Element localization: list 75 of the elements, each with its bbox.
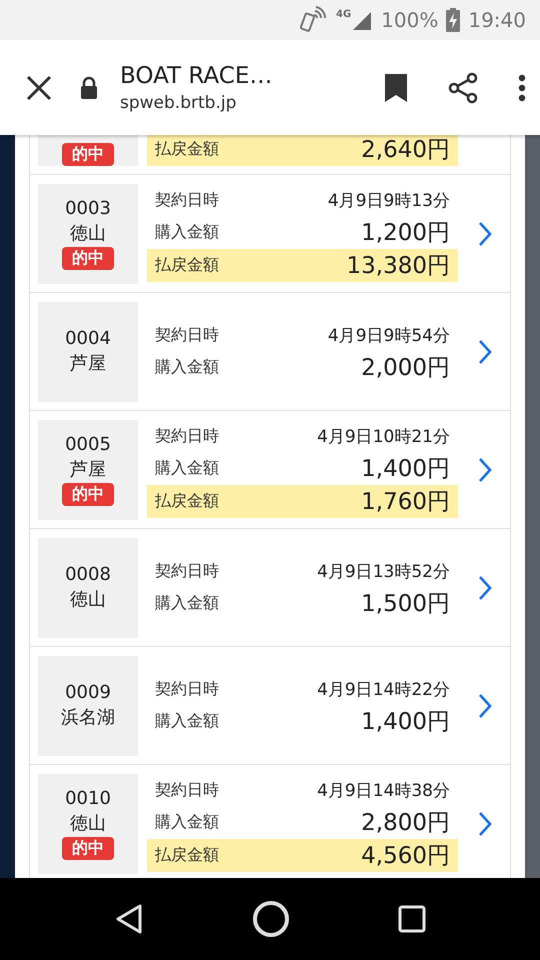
ticket-number: 0004 bbox=[65, 328, 111, 349]
venue-name: 浜名湖 bbox=[61, 706, 115, 729]
field-label: 購入金額 bbox=[155, 593, 219, 614]
hit-badge: 的中 bbox=[62, 836, 114, 860]
ticket-card[interactable]: 0005 芦屋 的中 契約日時 4月9日10時21分 購入金額 1,400円 払戻金額 1,760円 bbox=[29, 411, 511, 529]
chevron-right-icon[interactable] bbox=[478, 456, 492, 482]
venue-name: 徳山 bbox=[70, 222, 106, 244]
ticket-number: 0005 bbox=[65, 434, 111, 454]
purchase-amount: 1,200円 bbox=[361, 218, 450, 248]
chevron-right-icon[interactable] bbox=[478, 692, 492, 718]
recents-icon[interactable] bbox=[398, 905, 426, 933]
field-label: 払戻金額 bbox=[155, 255, 219, 276]
venue-name: 徳山 bbox=[70, 588, 106, 611]
ticket-number: 0008 bbox=[65, 564, 111, 585]
ticket-card[interactable]: 0004 芦屋 契約日時 4月9日9時54分 購入金額 2,000円 bbox=[29, 293, 511, 411]
nfc-phone-icon bbox=[300, 6, 328, 34]
chevron-right-icon[interactable] bbox=[478, 220, 492, 246]
network-type: 4G bbox=[336, 9, 352, 20]
field-label: 購入金額 bbox=[155, 222, 219, 242]
contract-datetime: 4月9日14時38分 bbox=[317, 780, 450, 802]
field-label: 契約日時 bbox=[155, 780, 219, 800]
purchase-amount: 1,500円 bbox=[361, 590, 450, 619]
venue-name: 徳山 bbox=[70, 812, 106, 834]
ticket-number: 0003 bbox=[65, 198, 111, 218]
field-label: 払戻金額 bbox=[155, 139, 219, 160]
field-label: 契約日時 bbox=[155, 426, 219, 446]
field-label: 購入金額 bbox=[155, 357, 219, 378]
close-icon[interactable] bbox=[26, 74, 52, 100]
chevron-right-icon[interactable] bbox=[478, 574, 492, 600]
ticket-card[interactable]: 0003 徳山 的中 契約日時 4月9日9時13分 購入金額 1,200円 払戻金額 13,380円 bbox=[29, 175, 511, 293]
payout-amount: 13,380円 bbox=[346, 252, 450, 281]
field-label: 購入金額 bbox=[155, 458, 219, 478]
hit-badge: 的中 bbox=[62, 482, 114, 506]
contract-datetime: 4月9日9時13分 bbox=[328, 190, 450, 212]
ticket-number: 0009 bbox=[65, 682, 111, 703]
back-icon[interactable] bbox=[114, 903, 144, 935]
ticket-card[interactable]: 的中 払戻金額 2,640円 bbox=[29, 135, 511, 175]
hit-badge: 的中 bbox=[62, 143, 114, 166]
hit-badge: 的中 bbox=[62, 246, 114, 270]
chevron-right-icon[interactable] bbox=[478, 338, 492, 364]
field-label: 払戻金額 bbox=[155, 491, 219, 512]
chevron-right-icon[interactable] bbox=[478, 810, 492, 836]
purchase-amount: 2,000円 bbox=[361, 354, 450, 383]
contract-datetime: 4月9日9時54分 bbox=[328, 325, 450, 347]
ticket-card[interactable]: 0009 浜名湖 契約日時 4月9日14時22分 購入金額 1,400円 bbox=[29, 647, 511, 765]
home-icon[interactable] bbox=[252, 900, 290, 938]
share-icon[interactable] bbox=[446, 70, 480, 104]
lock-icon bbox=[80, 76, 98, 100]
bookmark-icon[interactable] bbox=[384, 72, 408, 102]
payout-amount: 2,640円 bbox=[361, 136, 450, 165]
ticket-number: 0010 bbox=[65, 788, 111, 808]
venue-name: 芦屋 bbox=[70, 352, 106, 375]
contract-datetime: 4月9日14時22分 bbox=[317, 679, 450, 701]
payout-amount: 4,560円 bbox=[361, 842, 450, 871]
field-label: 契約日時 bbox=[155, 561, 219, 582]
venue-name: 芦屋 bbox=[70, 458, 106, 480]
purchase-amount: 2,800円 bbox=[361, 808, 450, 838]
purchase-amount: 1,400円 bbox=[361, 454, 450, 484]
contract-datetime: 4月9日10時21分 bbox=[317, 426, 450, 448]
clock: 19:40 bbox=[468, 8, 526, 32]
contract-datetime: 4月9日13時52分 bbox=[317, 561, 450, 583]
purchase-amount: 1,400円 bbox=[361, 708, 450, 737]
field-label: 払戻金額 bbox=[155, 845, 219, 866]
battery-percent: 100% bbox=[381, 8, 438, 32]
battery-charging-icon bbox=[446, 8, 460, 32]
payout-amount: 1,760円 bbox=[361, 488, 450, 517]
field-label: 契約日時 bbox=[155, 190, 219, 210]
field-label: 購入金額 bbox=[155, 711, 219, 732]
field-label: 購入金額 bbox=[155, 812, 219, 832]
page-url: spweb.brtb.jp bbox=[120, 92, 238, 112]
field-label: 契約日時 bbox=[155, 325, 219, 346]
more-menu-icon[interactable] bbox=[518, 74, 526, 102]
field-label: 契約日時 bbox=[155, 679, 219, 700]
page-title: BOAT RACE… bbox=[120, 62, 274, 88]
ticket-card[interactable]: 0008 徳山 契約日時 4月9日13時52分 購入金額 1,500円 bbox=[29, 529, 511, 647]
